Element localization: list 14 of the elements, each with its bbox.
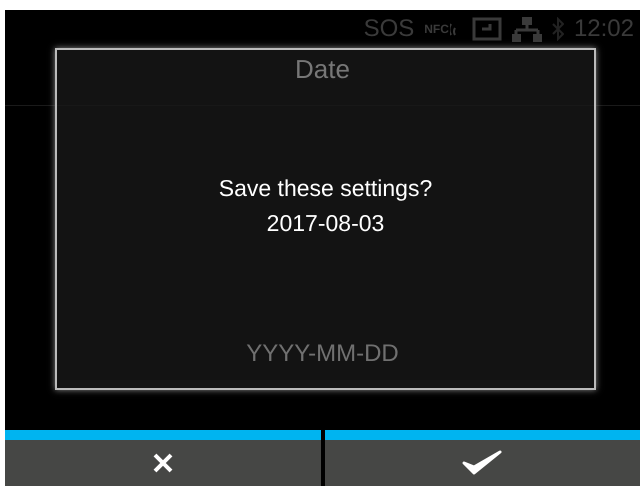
- dialog-message: Save these settings?: [218, 175, 432, 202]
- clock: 12:02: [574, 15, 634, 43]
- sos-indicator: SOS: [364, 15, 414, 43]
- nfc-label: NFC: [424, 22, 449, 36]
- dialog-value: 2017-08-03: [266, 210, 384, 237]
- checkmark-icon: [462, 449, 502, 477]
- date-format-hint: YYYY-MM-DD: [246, 340, 399, 368]
- network-icon: [512, 16, 542, 42]
- card-icon: [472, 17, 502, 41]
- cancel-button[interactable]: [5, 430, 320, 486]
- screen-title: Date: [295, 54, 350, 85]
- bluetooth-icon: [552, 17, 564, 41]
- close-icon: [152, 452, 174, 474]
- confirm-button[interactable]: [324, 430, 640, 486]
